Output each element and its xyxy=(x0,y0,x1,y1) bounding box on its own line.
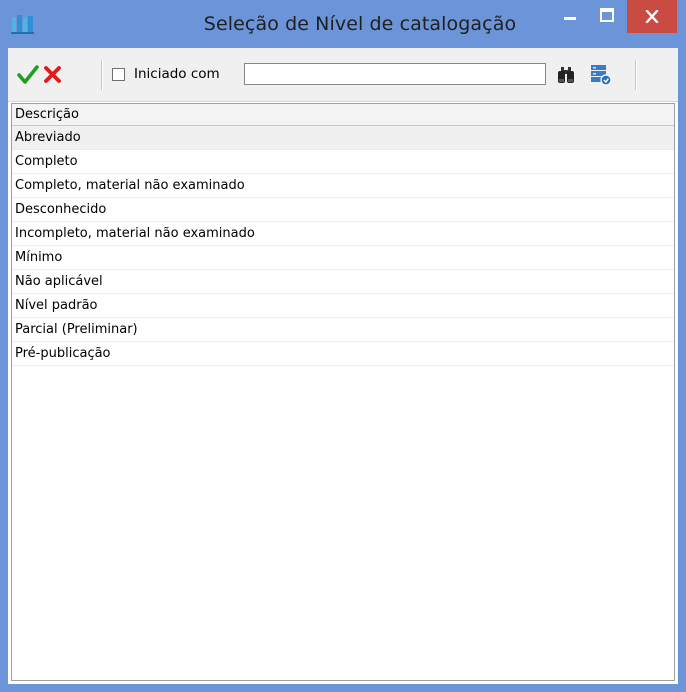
row-description: Mínimo xyxy=(15,250,63,265)
close-button[interactable] xyxy=(627,0,677,33)
checkmark-icon xyxy=(17,65,39,84)
row-description: Desconhecido xyxy=(15,202,107,217)
toolbar: Iniciado com xyxy=(8,48,678,102)
table-row[interactable]: Pré-publicação xyxy=(12,342,674,366)
table-row[interactable]: Nível padrão xyxy=(12,294,674,318)
table-row[interactable]: Completo xyxy=(12,150,674,174)
title-bar[interactable]: Seleção de Nível de catalogação xyxy=(0,0,686,48)
table-row[interactable]: Parcial (Preliminar) xyxy=(12,318,674,342)
toolbar-separator xyxy=(635,60,637,90)
maximize-icon xyxy=(600,8,614,22)
database-button[interactable] xyxy=(588,63,614,87)
grid-rows: Abreviado Completo Completo, material não … xyxy=(12,126,674,366)
minimize-button[interactable] xyxy=(553,0,587,32)
row-description: Completo xyxy=(15,154,78,169)
x-icon xyxy=(44,66,61,83)
dialog-window: Seleção de Nível de catalogação Iniciado… xyxy=(0,0,686,692)
row-description: Não aplicável xyxy=(15,274,103,289)
row-description: Abreviado xyxy=(15,130,81,145)
cancel-button[interactable] xyxy=(40,62,66,88)
column-header-label: Descrição xyxy=(15,107,79,122)
minimize-icon xyxy=(564,17,576,20)
column-header-description[interactable]: Descrição xyxy=(12,104,674,126)
search-button[interactable] xyxy=(555,64,577,86)
confirm-button[interactable] xyxy=(15,62,41,88)
results-grid: Descrição Abreviado Completo Completo, mat… xyxy=(11,103,675,681)
table-row[interactable]: Abreviado xyxy=(12,126,674,150)
table-row[interactable]: Não aplicável xyxy=(12,270,674,294)
starts-with-label: Iniciado com xyxy=(134,66,220,82)
row-description: Completo, material não examinado xyxy=(15,178,245,193)
table-row[interactable]: Incompleto, material não examinado xyxy=(12,222,674,246)
row-description: Pré-publicação xyxy=(15,346,111,361)
dialog-content: Iniciado com Descrição Abreviado Complet… xyxy=(8,48,678,684)
binoculars-icon xyxy=(558,67,574,83)
search-input[interactable] xyxy=(244,63,546,85)
database-icon xyxy=(591,65,612,86)
close-icon xyxy=(645,10,659,23)
table-row[interactable]: Completo, material não examinado xyxy=(12,174,674,198)
row-description: Incompleto, material não examinado xyxy=(15,226,255,241)
toolbar-separator xyxy=(101,60,103,90)
row-description: Parcial (Preliminar) xyxy=(15,322,138,337)
maximize-button[interactable] xyxy=(590,0,622,32)
row-description: Nível padrão xyxy=(15,298,98,313)
table-row[interactable]: Mínimo xyxy=(12,246,674,270)
table-row[interactable]: Desconhecido xyxy=(12,198,674,222)
starts-with-checkbox[interactable] xyxy=(112,68,125,81)
